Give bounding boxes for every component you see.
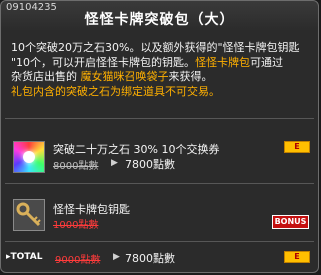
total-new-price: 7800點數	[125, 252, 175, 265]
item-name: 怪怪卡牌包钥匙	[53, 203, 130, 216]
item-name: 突破二十万之石 30% 10个交换券	[53, 143, 220, 156]
total-old-price: 9000點數	[55, 255, 101, 266]
item-new-price: 7800點數	[125, 158, 175, 171]
desc-highlight-witch-bag: 魔女猫咪召唤袋子	[80, 70, 169, 83]
rainbow-spark-icon	[13, 141, 45, 173]
arrow-icon: ▶	[113, 252, 120, 262]
desc-line-4b: 来获得。	[168, 70, 213, 83]
divider	[5, 241, 314, 242]
package-info-window: 09104235 怪怪卡牌突破包（大） 10个突破20万之石30%。以及额外获得…	[0, 0, 319, 273]
package-description: 10个突破20万之石30%。以及额外获得的"怪怪卡牌包钥匙 "10个，可以开启怪…	[11, 41, 313, 99]
key-icon	[13, 199, 45, 231]
package-title: 怪怪卡牌突破包（大）	[84, 12, 235, 28]
desc-line-3: 可通过	[250, 55, 284, 69]
desc-line-4a: 杂货店出售的	[11, 70, 77, 83]
arrow-icon: ▶	[111, 158, 118, 168]
desc-note: 礼包内含的突破之石为绑定道具不可交易。	[11, 84, 220, 98]
desc-line-2: "10个，可以开启怪怪卡牌包的钥匙。	[11, 55, 196, 69]
divider	[5, 118, 314, 119]
item-old-price: 1000點數	[53, 220, 99, 231]
total-label: ▸TOTAL	[6, 252, 43, 262]
event-badge: E	[284, 251, 310, 263]
event-badge: E	[284, 141, 310, 153]
desc-highlight-card-pack: 怪怪卡牌包	[195, 55, 251, 69]
bonus-badge: BONUS	[272, 215, 309, 229]
desc-line-1: 10个突破20万之石30%。以及额外获得的"怪怪卡牌包钥匙	[11, 41, 300, 54]
divider	[5, 183, 314, 184]
item-old-price: 8000點數	[53, 161, 99, 172]
